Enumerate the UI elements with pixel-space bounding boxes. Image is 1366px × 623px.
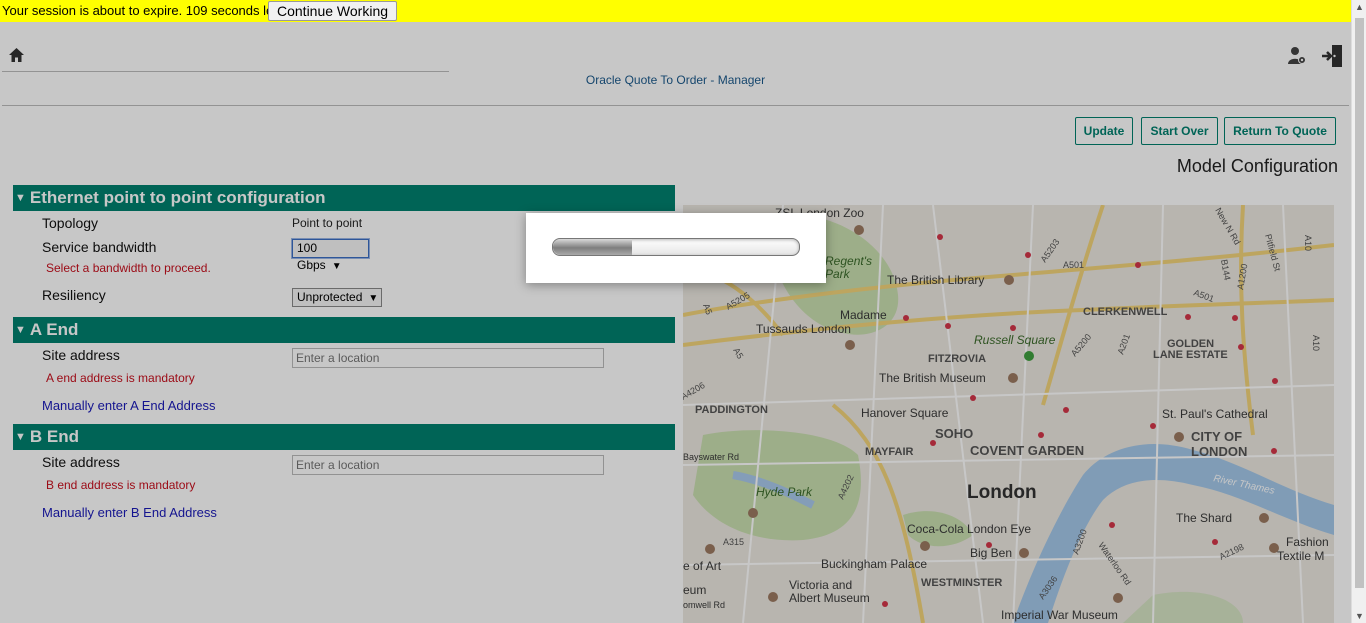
continue-working-button[interactable]: Continue Working bbox=[268, 1, 398, 21]
loading-overlay bbox=[0, 22, 1351, 623]
page-scrollbar[interactable]: ▲ ▼ bbox=[1351, 0, 1366, 623]
loading-progress-bar bbox=[552, 238, 800, 256]
loading-progress-fill bbox=[553, 239, 632, 255]
scrollbar-thumb[interactable] bbox=[1355, 18, 1364, 588]
scroll-up-icon[interactable]: ▲ bbox=[1352, 2, 1366, 12]
loading-dialog bbox=[526, 213, 826, 283]
session-expiry-bar: Your session is about to expire. 109 sec… bbox=[0, 0, 1351, 22]
scroll-down-icon[interactable]: ▼ bbox=[1352, 611, 1366, 621]
session-expiry-message: Your session is about to expire. 109 sec… bbox=[2, 3, 285, 18]
